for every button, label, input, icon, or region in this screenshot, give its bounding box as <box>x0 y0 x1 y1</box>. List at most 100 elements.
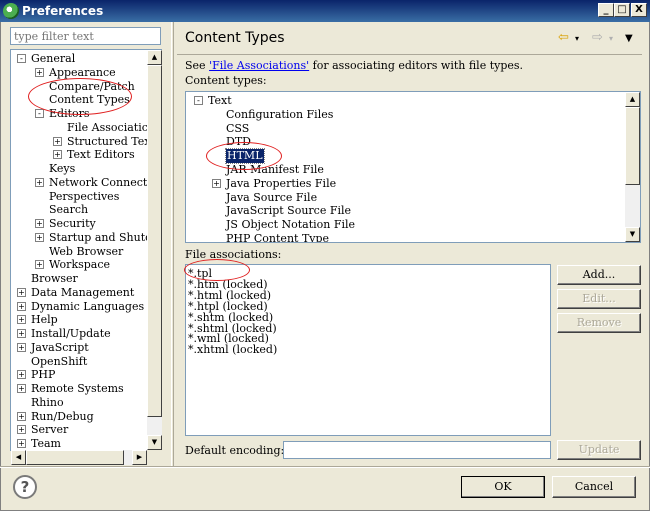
view-menu-icon[interactable]: ▼ <box>625 33 633 44</box>
scroll-down-icon[interactable]: ▼ <box>625 227 640 242</box>
back-arrow-icon[interactable]: ⇦ <box>558 30 569 45</box>
content-types-label: Content types: <box>185 74 267 87</box>
scroll-down-icon[interactable]: ▼ <box>147 435 162 450</box>
tree-item[interactable]: Install/Update <box>31 327 111 341</box>
tree-expander-icon[interactable]: + <box>53 136 62 146</box>
tree-expander-icon[interactable]: + <box>35 232 44 242</box>
content-types-scrollbar[interactable]: ▲ ▼ <box>625 92 640 242</box>
tree-item[interactable]: Security <box>49 217 96 231</box>
content-type-item[interactable]: CSS <box>226 122 249 136</box>
tree-expander-icon[interactable]: + <box>17 370 26 380</box>
content-type-item[interactable]: Java Source File <box>226 191 317 205</box>
list-item[interactable]: *.xhtml (locked) <box>188 343 277 356</box>
scroll-thumb[interactable] <box>147 65 162 417</box>
default-encoding-input[interactable] <box>283 441 551 459</box>
tree-expander-icon[interactable]: + <box>53 150 62 160</box>
add-button[interactable]: Add... <box>557 265 641 285</box>
tree-item[interactable]: Perspectives <box>49 190 119 204</box>
content-type-item[interactable]: JS Object Notation File <box>226 218 355 232</box>
tree-expander-icon[interactable]: + <box>35 260 44 270</box>
scroll-left-icon[interactable]: ◀ <box>11 450 26 465</box>
tree-item[interactable]: Run/Debug <box>31 410 94 424</box>
file-associations-link[interactable]: 'File Associations' <box>209 59 309 72</box>
content-type-item[interactable]: Java Properties File <box>226 177 336 191</box>
tree-item[interactable]: General <box>31 52 75 66</box>
filter-input[interactable] <box>10 27 161 45</box>
scroll-corner <box>147 450 162 465</box>
scroll-up-icon[interactable]: ▲ <box>147 50 162 65</box>
tree-expander-icon[interactable]: - <box>35 109 44 118</box>
title-separator <box>177 54 642 55</box>
tree-expander-icon[interactable]: + <box>17 411 26 421</box>
tree-item[interactable]: Team <box>31 437 61 450</box>
see-prefix: See <box>185 59 210 72</box>
tree-item[interactable]: Structured Text <box>67 135 155 149</box>
window-title: Preferences <box>22 4 104 18</box>
content-type-item[interactable]: Text <box>208 94 232 108</box>
annotation-circle <box>28 78 132 115</box>
tree-expander-icon[interactable]: + <box>17 439 26 448</box>
tree-item[interactable]: Text Editors <box>67 148 135 162</box>
forward-arrow-icon[interactable]: ⇨ <box>592 30 603 45</box>
eclipse-icon <box>3 3 19 19</box>
content-type-item[interactable]: Configuration Files <box>226 108 333 122</box>
see-suffix: for associating editors with file types. <box>309 59 524 72</box>
tree-expander-icon[interactable]: + <box>35 67 44 77</box>
tree-expander-icon[interactable]: + <box>17 329 26 338</box>
maximize-button[interactable]: □ <box>614 3 630 17</box>
tree-item[interactable]: Workspace <box>49 258 110 272</box>
tree-item[interactable]: File Associatic <box>67 121 148 135</box>
tree-item[interactable]: Data Management <box>31 286 134 300</box>
tree-expander-icon[interactable]: + <box>17 384 26 393</box>
content-type-item[interactable]: JavaScript Source File <box>226 204 351 218</box>
update-button[interactable]: Update <box>557 440 641 460</box>
tree-item[interactable]: Web Browser <box>49 245 123 259</box>
tree-item[interactable]: Remote Systems <box>31 382 124 396</box>
tree-item[interactable]: Startup and Shutdo <box>49 231 159 245</box>
close-button[interactable]: X <box>631 3 647 17</box>
tree-item[interactable]: Server <box>31 423 68 437</box>
content-type-item[interactable]: PHP Content Type <box>226 232 329 242</box>
help-icon[interactable]: ? <box>13 475 37 499</box>
tree-expander-icon[interactable]: + <box>35 177 44 187</box>
tree-expander-icon[interactable]: + <box>17 425 26 435</box>
title-bar: Preferences _ □ X <box>0 0 650 22</box>
tree-vertical-scrollbar[interactable]: ▲ ▼ <box>147 50 162 450</box>
scroll-right-icon[interactable]: ▶ <box>132 450 147 465</box>
see-line: See 'File Associations' for associating … <box>185 59 523 72</box>
scroll-up-icon[interactable]: ▲ <box>625 92 640 107</box>
ok-button[interactable]: OK <box>461 476 545 498</box>
cancel-button[interactable]: Cancel <box>552 476 636 498</box>
footer-separator <box>0 466 650 468</box>
tree-expander-icon[interactable]: + <box>35 219 44 228</box>
scroll-thumb[interactable] <box>625 107 640 185</box>
tree-expander-icon[interactable]: + <box>17 287 26 297</box>
tree-item[interactable]: Search <box>49 203 88 217</box>
back-menu-icon[interactable]: ▾ <box>575 34 579 43</box>
minimize-button[interactable]: _ <box>598 3 614 17</box>
forward-menu-icon[interactable]: ▾ <box>609 34 613 43</box>
tree-item[interactable]: JavaScript <box>31 341 89 355</box>
tree-expander-icon[interactable]: - <box>17 54 26 63</box>
tree-item[interactable]: Dynamic Languages <box>31 300 144 314</box>
remove-button[interactable]: Remove <box>557 313 641 333</box>
default-encoding-label: Default encoding: <box>185 444 285 457</box>
annotation-circle <box>184 259 250 281</box>
file-associations-list: *.tpl *.htm (locked) *.html (locked) *.htpl… <box>185 264 551 436</box>
tree-expander-icon[interactable]: + <box>212 178 221 188</box>
scroll-thumb[interactable] <box>26 450 124 465</box>
split-sash[interactable] <box>171 22 174 466</box>
tree-expander-icon[interactable]: - <box>194 96 203 105</box>
tree-expander-icon[interactable]: + <box>17 301 26 311</box>
tree-item[interactable]: Keys <box>49 162 75 176</box>
tree-item[interactable]: Help <box>31 313 58 327</box>
tree-expander-icon[interactable]: + <box>17 342 26 352</box>
tree-item[interactable]: Browser <box>31 272 78 286</box>
tree-item[interactable]: PHP <box>31 368 55 382</box>
tree-horizontal-scrollbar[interactable]: ◀ ▶ <box>11 450 161 465</box>
tree-item[interactable]: OpenShift <box>31 355 87 369</box>
tree-item[interactable]: Rhino <box>31 396 64 410</box>
tree-expander-icon[interactable]: + <box>17 315 26 325</box>
tree-item[interactable]: Network Connection <box>49 176 161 190</box>
edit-button[interactable]: Edit... <box>557 289 641 309</box>
